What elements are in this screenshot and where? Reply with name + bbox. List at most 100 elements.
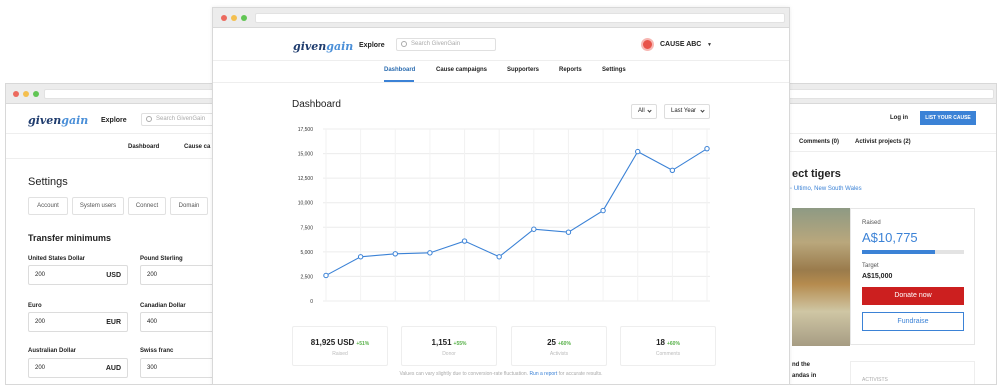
tab-comments[interactable]: Comments (0) bbox=[799, 139, 839, 145]
footnote-text: Values can vary slightly due to conversi… bbox=[399, 371, 529, 377]
divider bbox=[213, 60, 789, 61]
page-title: Settings bbox=[28, 176, 68, 188]
stat-change: +51% bbox=[356, 341, 370, 347]
tab-reports[interactable]: Reports bbox=[559, 67, 582, 73]
data-point bbox=[704, 145, 710, 152]
tab-dashboard[interactable]: Dashboard bbox=[384, 67, 415, 73]
maximize-dot[interactable] bbox=[33, 91, 39, 97]
raised-label: Raised bbox=[862, 220, 881, 226]
dropdown-value: All bbox=[638, 108, 645, 114]
donate-button[interactable]: Donate now bbox=[862, 287, 964, 305]
explore-link[interactable]: Explore bbox=[101, 117, 127, 124]
search-input[interactable]: Search GivenGain bbox=[396, 38, 496, 51]
activists-card: ACTIVISTS bbox=[850, 361, 975, 384]
search-icon bbox=[146, 116, 152, 122]
divider bbox=[6, 158, 234, 159]
field-value: 200 bbox=[35, 272, 46, 278]
stat-value: 25 bbox=[547, 338, 556, 347]
stat-change: +55% bbox=[453, 341, 467, 347]
tab-cause-campaigns[interactable]: Cause ca bbox=[184, 144, 210, 150]
divider bbox=[213, 82, 789, 83]
data-point bbox=[635, 148, 641, 155]
minimize-dot[interactable] bbox=[23, 91, 29, 97]
activists-label: ACTIVISTS bbox=[862, 377, 888, 383]
data-point bbox=[565, 229, 572, 235]
currency-unit: USD bbox=[106, 272, 121, 279]
fundraise-button[interactable]: Fundraise bbox=[862, 312, 964, 331]
y-tick-label: 10,000 bbox=[298, 201, 314, 207]
address-bar[interactable] bbox=[768, 89, 994, 99]
data-point bbox=[461, 238, 468, 244]
y-tick-label: 17,500 bbox=[298, 127, 314, 133]
field-value: 200 bbox=[35, 365, 46, 371]
stat-caption: Comments bbox=[655, 351, 681, 357]
eur-field[interactable]: 200 EUR bbox=[28, 312, 128, 332]
divider bbox=[6, 133, 234, 134]
field-value: 300 bbox=[147, 365, 158, 371]
field-value: 200 bbox=[147, 272, 158, 278]
givengain-logo[interactable]: givengain bbox=[293, 40, 353, 53]
explore-link[interactable]: Explore bbox=[359, 42, 385, 49]
run-report-link[interactable]: Run a report bbox=[529, 371, 557, 377]
description-snippet: andas in bbox=[792, 373, 817, 379]
tab-cause-campaigns[interactable]: Cause campaigns bbox=[436, 67, 487, 73]
cause-title: ect tigers bbox=[792, 168, 841, 180]
period-filter-dropdown[interactable]: Last Year bbox=[664, 104, 710, 119]
maximize-dot[interactable] bbox=[241, 15, 247, 21]
close-dot[interactable] bbox=[221, 15, 227, 21]
location-text: Ultimo, New South Wales bbox=[793, 186, 862, 192]
dashboard-window: givengain Explore Search GivenGain CAUSE… bbox=[212, 7, 790, 385]
minimize-dot[interactable] bbox=[231, 15, 237, 21]
location-link[interactable]: ◦ Ultimo, New South Wales bbox=[790, 186, 862, 192]
y-tick-label: 7,500 bbox=[300, 225, 313, 231]
divider bbox=[766, 151, 996, 152]
field-label: Canadian Dollar bbox=[140, 303, 186, 309]
y-tick-label: 2,500 bbox=[300, 274, 313, 280]
tab-activist-projects[interactable]: Activist projects (2) bbox=[855, 139, 911, 145]
stat-caption: Donor bbox=[442, 351, 456, 357]
close-dot[interactable] bbox=[13, 91, 19, 97]
stat-change: +60% bbox=[557, 341, 571, 347]
aud-field[interactable]: 200 AUD bbox=[28, 358, 128, 378]
description-snippet: nd the bbox=[792, 362, 810, 368]
tab-account[interactable]: Account bbox=[28, 197, 68, 215]
currency-unit: EUR bbox=[106, 319, 121, 326]
stat-caption: Raised bbox=[332, 351, 348, 357]
data-point bbox=[392, 251, 398, 257]
section-title: Transfer minimums bbox=[28, 233, 112, 243]
data-point bbox=[427, 250, 433, 256]
progress-bar bbox=[862, 250, 964, 254]
y-tick-label: 0 bbox=[310, 299, 313, 305]
tab-connect[interactable]: Connect bbox=[128, 197, 166, 215]
tab-dashboard[interactable]: Dashboard bbox=[128, 144, 159, 150]
stat-value: 18 bbox=[656, 338, 665, 347]
tab-settings[interactable]: Settings bbox=[602, 67, 626, 73]
login-link[interactable]: Log in bbox=[890, 115, 908, 121]
list-your-cause-button[interactable]: LIST YOUR CAUSE bbox=[920, 111, 976, 125]
usd-field[interactable]: 200 USD bbox=[28, 265, 128, 285]
address-bar[interactable] bbox=[255, 13, 785, 23]
type-filter-dropdown[interactable]: All bbox=[631, 104, 657, 119]
tab-domain[interactable]: Domain bbox=[170, 197, 208, 215]
data-point bbox=[323, 272, 329, 279]
search-placeholder: Search GivenGain bbox=[156, 116, 206, 122]
address-bar[interactable] bbox=[44, 89, 234, 99]
field-value: 200 bbox=[35, 319, 46, 325]
tab-system-users[interactable]: System users bbox=[72, 197, 124, 215]
chevron-down-icon bbox=[700, 108, 705, 113]
stat-change: +60% bbox=[666, 341, 680, 347]
tab-supporters[interactable]: Supporters bbox=[507, 67, 539, 73]
caret-down-icon: ▼ bbox=[707, 42, 712, 48]
data-point bbox=[600, 207, 606, 214]
target-label: Target bbox=[862, 263, 879, 269]
cause-switcher[interactable]: CAUSE ABC ▼ bbox=[641, 38, 721, 52]
progress-fill bbox=[862, 250, 936, 254]
stat-donor: 1,151 +55% Donor bbox=[401, 326, 497, 366]
series-line bbox=[325, 148, 708, 276]
footnote-tail: for accurate results. bbox=[558, 371, 603, 377]
data-point bbox=[496, 254, 502, 260]
givengain-logo[interactable]: givengain bbox=[28, 114, 88, 127]
search-icon bbox=[401, 41, 407, 47]
stat-caption: Activists bbox=[549, 351, 569, 357]
window-chrome bbox=[6, 84, 234, 104]
